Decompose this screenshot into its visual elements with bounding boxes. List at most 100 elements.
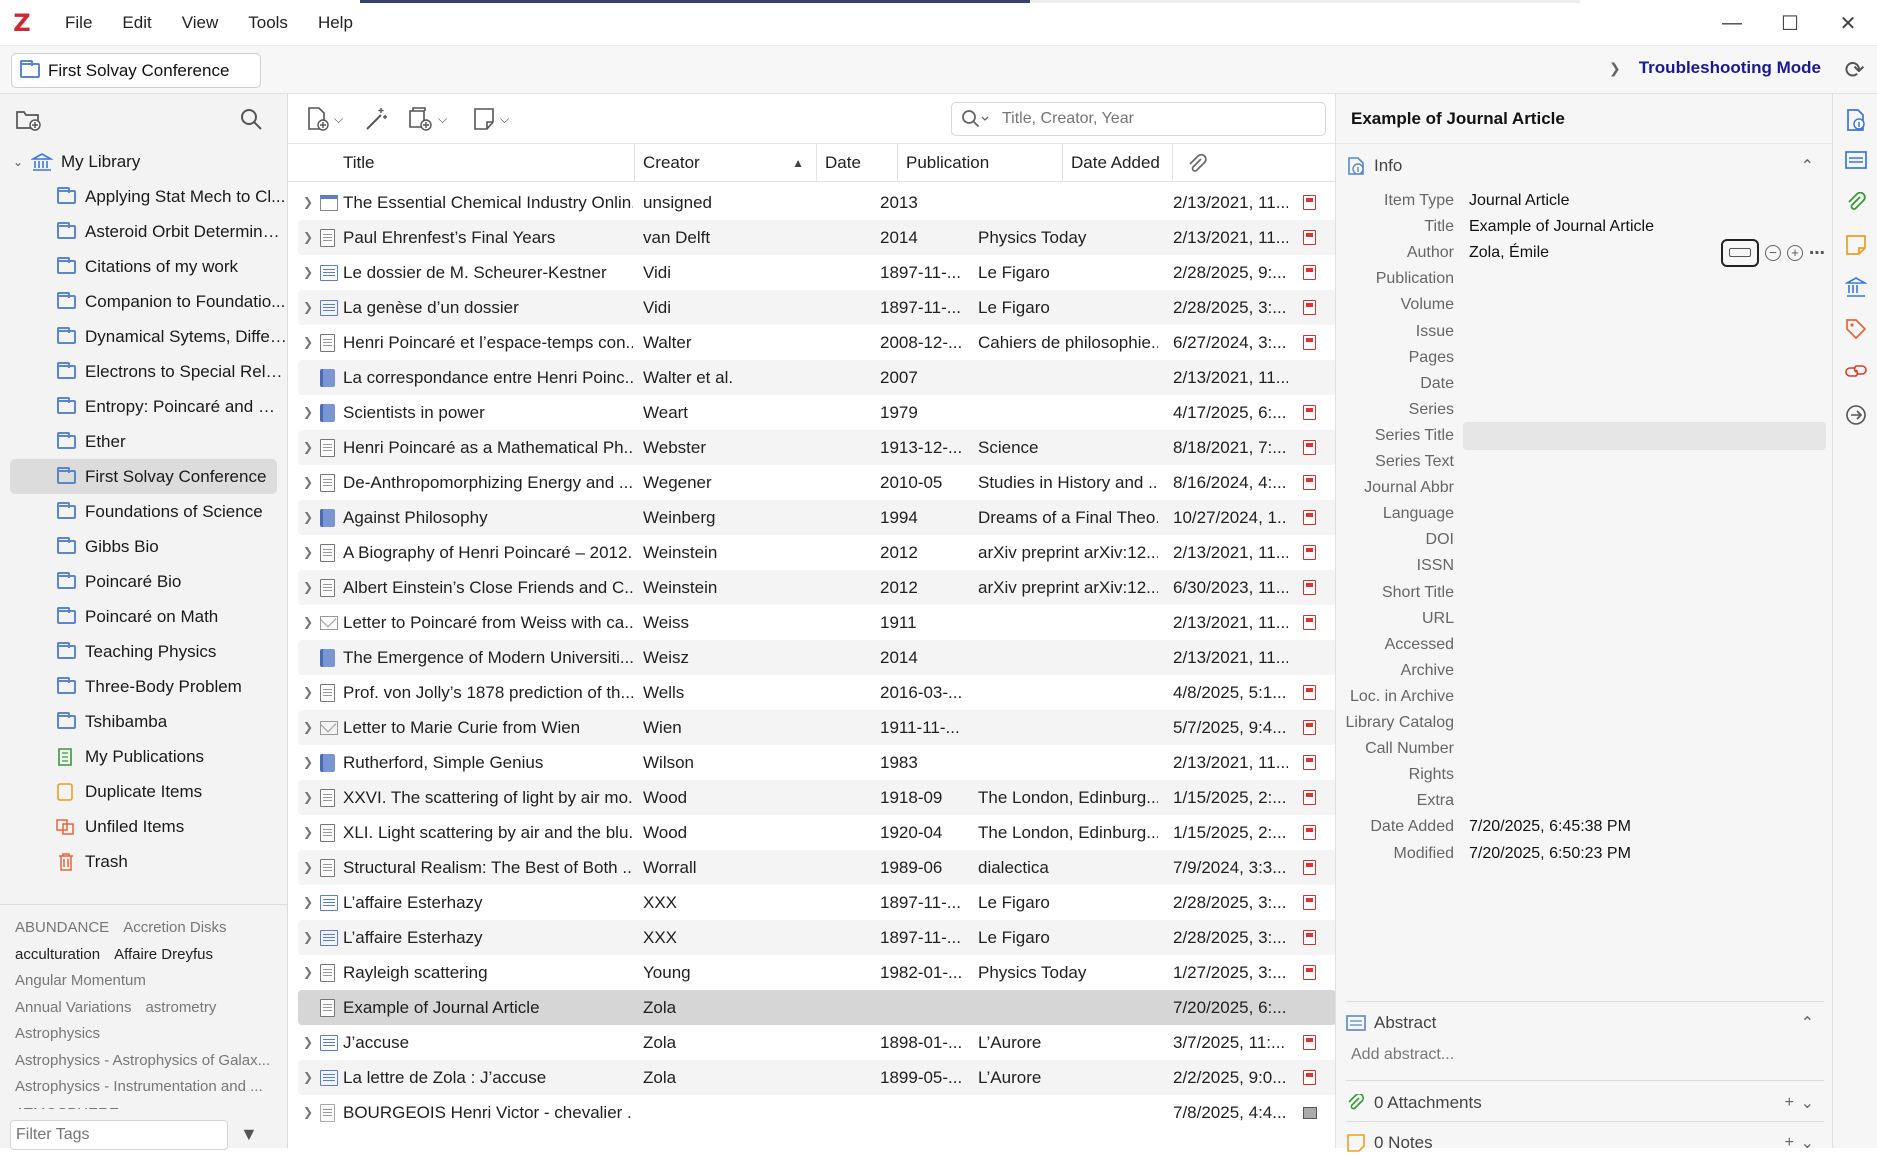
table-row[interactable]: ❯ Rutherford, Simple Genius Wilson 1983 2/13… bbox=[298, 745, 1336, 780]
abstract-input[interactable]: Add abstract... bbox=[1351, 1046, 1454, 1064]
pdf-icon[interactable] bbox=[1303, 965, 1323, 981]
pdf-icon[interactable] bbox=[1303, 860, 1323, 876]
tree-item-teaching-physics[interactable]: Teaching Physics bbox=[0, 634, 287, 669]
snapshot-icon[interactable] bbox=[1303, 1105, 1323, 1121]
column-date[interactable]: Date bbox=[817, 144, 898, 182]
more-options-icon[interactable]: ⋯ bbox=[1809, 243, 1826, 263]
collection-search-field[interactable]: First Solvay Conference bbox=[11, 53, 261, 88]
tag-item[interactable]: astrometry bbox=[145, 999, 216, 1016]
table-row[interactable]: ❯ Structural Realism: The Best of Both ..… bbox=[298, 850, 1336, 885]
chevron-right-icon[interactable]: ❯ bbox=[298, 920, 318, 955]
table-row[interactable]: ❯ A Biography of Henri Poincaré – 2012...… bbox=[298, 535, 1336, 570]
chevron-right-icon[interactable]: ❯ bbox=[298, 465, 318, 500]
close-icon[interactable]: ✕ bbox=[1819, 0, 1877, 46]
menu-view[interactable]: View bbox=[167, 13, 234, 33]
related-nav-icon[interactable] bbox=[1845, 360, 1867, 382]
pdf-icon[interactable] bbox=[1303, 930, 1323, 946]
table-row[interactable]: Example of Journal Article Zola 7/20/2025,… bbox=[298, 990, 1336, 1025]
pdf-icon[interactable] bbox=[1303, 510, 1323, 526]
tree-item-dynamical-sytems-differe[interactable]: Dynamical Sytems, Differe... bbox=[0, 319, 287, 354]
table-row[interactable]: ❯ BOURGEOIS Henri Victor - chevalier ... 7… bbox=[298, 1095, 1336, 1130]
chevron-up-icon[interactable]: ⌃ bbox=[1801, 156, 1814, 176]
table-row[interactable]: ❯ Scientists in power Weart 1979 4/17/2025, … bbox=[298, 395, 1336, 430]
tree-item-tshibamba[interactable]: Tshibamba bbox=[0, 704, 287, 739]
pdf-icon[interactable] bbox=[1303, 195, 1323, 211]
tag-item[interactable]: Astrophysics bbox=[15, 1025, 100, 1042]
add-note-plus-icon[interactable]: + bbox=[1785, 1134, 1794, 1152]
libraries-collections-nav-icon[interactable] bbox=[1845, 276, 1867, 298]
column-title[interactable]: Title bbox=[288, 144, 635, 182]
tag-item[interactable]: Astrophysics - Astrophysics of Galax... bbox=[15, 1052, 270, 1069]
table-row[interactable]: La correspondance entre Henri Poinc... Wa… bbox=[298, 360, 1336, 395]
chevron-right-icon[interactable]: ❯ bbox=[298, 220, 318, 255]
pdf-icon[interactable] bbox=[1303, 230, 1323, 246]
table-row[interactable]: ❯ Prof. von Jolly’s 1878 prediction of th… bbox=[298, 675, 1336, 710]
pdf-icon[interactable] bbox=[1303, 790, 1323, 806]
search-input[interactable] bbox=[1002, 110, 1302, 128]
chevron-down-icon[interactable]: ⌄ bbox=[13, 155, 25, 169]
table-row[interactable]: ❯ La genèse d’un dossier Vidi 1897-11-... Le… bbox=[298, 290, 1336, 325]
pdf-icon[interactable] bbox=[1303, 1070, 1323, 1086]
tree-item-unfiled-items[interactable]: Unfiled Items bbox=[0, 809, 287, 844]
table-row[interactable]: ❯ Paul Ehrenfest’s Final Years van Delft 20… bbox=[298, 220, 1336, 255]
table-row[interactable]: ❯ The Essential Chemical Industry Onlin..… bbox=[298, 185, 1336, 220]
tag-item[interactable]: Affaire Dreyfus bbox=[114, 946, 213, 963]
tree-item-foundations-of-science[interactable]: Foundations of Science bbox=[0, 494, 287, 529]
tag-item[interactable]: Astrophysics - Instrumentation and ... bbox=[15, 1078, 263, 1095]
attachments-column-icon[interactable] bbox=[1173, 144, 1213, 182]
search-icon[interactable] bbox=[238, 106, 266, 132]
table-row[interactable]: ❯ XXVI. The scattering of light by air mo… bbox=[298, 780, 1336, 815]
menu-edit[interactable]: Edit bbox=[107, 13, 166, 33]
chevron-right-icon[interactable]: ❯ bbox=[298, 430, 318, 465]
tree-item-first-solvay-conference[interactable]: First Solvay Conference bbox=[10, 459, 277, 494]
chevron-right-icon[interactable]: ❯ bbox=[298, 745, 318, 780]
table-row[interactable]: The Emergence of Modern Universiti... Wei… bbox=[298, 640, 1336, 675]
new-collection-icon[interactable] bbox=[14, 106, 42, 132]
add-by-identifier-button[interactable] bbox=[364, 106, 388, 132]
column-publication[interactable]: Publication bbox=[898, 144, 1063, 182]
pdf-icon[interactable] bbox=[1303, 895, 1323, 911]
column-creator[interactable]: Creator ▲ bbox=[635, 144, 817, 182]
chevron-right-icon[interactable]: ❯ bbox=[298, 780, 318, 815]
tree-item-gibbs-bio[interactable]: Gibbs Bio bbox=[0, 529, 287, 564]
chevron-right-icon[interactable]: ❯ bbox=[298, 1095, 318, 1130]
tree-item-trash[interactable]: Trash bbox=[0, 844, 287, 879]
tag-item[interactable]: acculturation bbox=[15, 946, 100, 963]
chevron-right-icon[interactable]: ❯ bbox=[298, 850, 318, 885]
chevron-right-icon[interactable]: ❯ bbox=[298, 1060, 318, 1095]
table-row[interactable]: ❯ Albert Einstein’s Close Friends and C..… bbox=[298, 570, 1336, 605]
tree-item-entropy-poincar-and-gib[interactable]: Entropy: Poincaré and Gib... bbox=[0, 389, 287, 424]
tag-item[interactable]: Annual Variations bbox=[15, 999, 131, 1016]
pdf-icon[interactable] bbox=[1303, 720, 1323, 736]
menu-help[interactable]: Help bbox=[303, 13, 368, 33]
tree-item-duplicate-items[interactable]: Duplicate Items bbox=[0, 774, 287, 809]
pdf-icon[interactable] bbox=[1303, 475, 1323, 491]
minimize-icon[interactable]: — bbox=[1703, 0, 1761, 46]
table-row[interactable]: ❯ La lettre de Zola : J’accuse Zola 1899-05… bbox=[298, 1060, 1336, 1095]
chevron-down-icon[interactable]: ❯ bbox=[1609, 60, 1621, 77]
add-attachment-plus-icon[interactable]: + bbox=[1785, 1094, 1794, 1112]
tree-item-electrons-to-special-relati[interactable]: Electrons to Special Relati... bbox=[0, 354, 287, 389]
chevron-right-icon[interactable]: ❯ bbox=[298, 395, 318, 430]
add-attachment-button[interactable]: ⌵ bbox=[406, 106, 447, 132]
table-row[interactable]: ❯ De-Anthropomorphizing Energy and ... Weg… bbox=[298, 465, 1336, 500]
chevron-down-icon[interactable]: ⌄ bbox=[1801, 1093, 1814, 1113]
table-row[interactable]: ❯ J’accuse Zola 1898-01-... L’Aurore 3/7/2025… bbox=[298, 1025, 1336, 1060]
table-row[interactable]: ❯ Henri Poincaré as a Mathematical Ph... W… bbox=[298, 430, 1336, 465]
pdf-icon[interactable] bbox=[1303, 755, 1323, 771]
tree-item-companion-to-foundatio[interactable]: Companion to Foundatio... bbox=[0, 284, 287, 319]
remove-creator-icon[interactable]: − bbox=[1765, 244, 1781, 261]
pdf-icon[interactable] bbox=[1303, 615, 1323, 631]
chevron-right-icon[interactable]: ❯ bbox=[298, 185, 318, 220]
tag-filter-menu-icon[interactable]: ▼ bbox=[240, 1124, 258, 1145]
pdf-icon[interactable] bbox=[1303, 685, 1323, 701]
table-row[interactable]: ❯ Le dossier de M. Scheurer-Kestner Vidi 18… bbox=[298, 255, 1336, 290]
chevron-right-icon[interactable]: ❯ bbox=[298, 500, 318, 535]
chevron-right-icon[interactable]: ❯ bbox=[298, 955, 318, 990]
menu-tools[interactable]: Tools bbox=[233, 13, 303, 33]
abstract-section-header[interactable]: Abstract ⌃ bbox=[1346, 1006, 1824, 1040]
notes-nav-icon[interactable] bbox=[1845, 234, 1867, 256]
pdf-icon[interactable] bbox=[1303, 335, 1323, 351]
tree-item-asteroid-orbit-determinat[interactable]: Asteroid Orbit Determinat... bbox=[0, 214, 287, 249]
table-row[interactable]: ❯ Letter to Marie Curie from Wien Wien 1911… bbox=[298, 710, 1336, 745]
